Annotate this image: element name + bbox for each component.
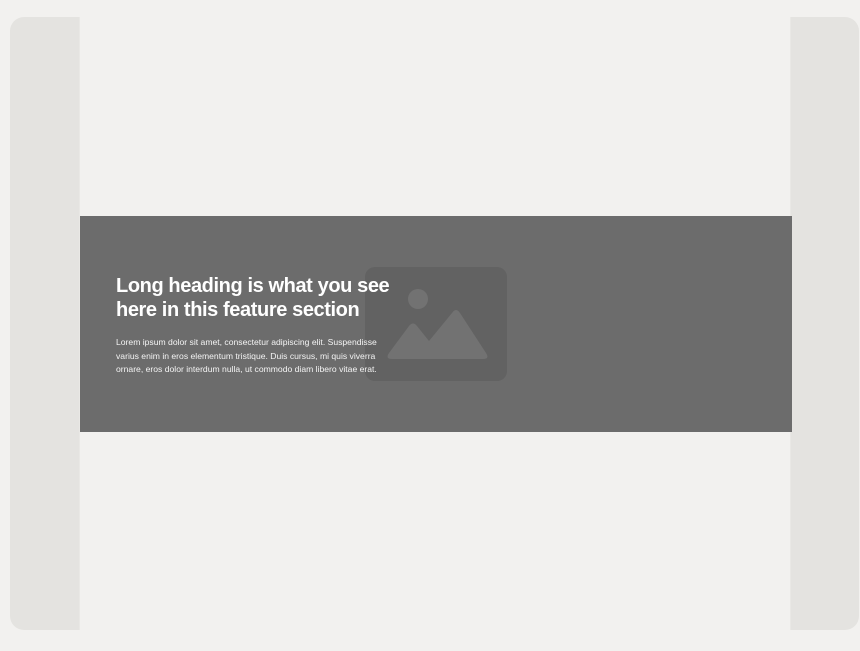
feature-section: Long heading is what you see here in thi… — [80, 216, 792, 432]
feature-body-text: Lorem ipsum dolor sit amet, consectetur … — [116, 337, 377, 374]
preview-frame: Long heading is what you see here in thi… — [10, 17, 859, 630]
feature-text-block: Long heading is what you see here in thi… — [116, 274, 396, 377]
page-canvas: Long heading is what you see here in thi… — [79, 17, 792, 630]
feature-heading: Long heading is what you see here in thi… — [116, 275, 390, 321]
